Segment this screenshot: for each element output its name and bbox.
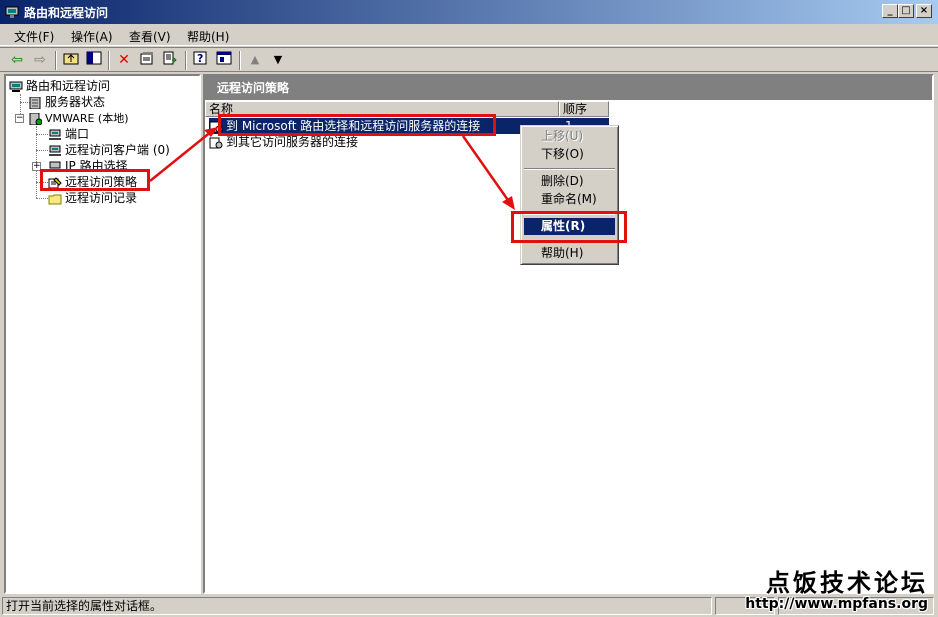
menu-file[interactable]: 文件(F)	[14, 28, 54, 45]
tree-label-ports: 端口	[65, 127, 90, 141]
menu-action[interactable]: 操作(A)	[71, 28, 113, 45]
tree-item-remote-logging[interactable]: 远程访问记录	[48, 190, 137, 206]
policy-item-icon	[209, 137, 223, 149]
help-icon[interactable]: ?	[192, 51, 210, 69]
folder-icon	[48, 193, 62, 205]
toolbar: ⇦ ⇨ ✕ ? ▲ ▼	[0, 47, 938, 72]
tree-item-remote-clients[interactable]: 远程访问客户端 (0)	[48, 142, 170, 158]
collapse-server-expander[interactable]: −	[15, 114, 24, 123]
tree-guide	[36, 198, 48, 199]
status-text: 打开当前选择的属性对话框。	[2, 597, 712, 615]
maximize-button[interactable]: □	[898, 4, 914, 18]
server-icon	[28, 112, 43, 125]
tree-item-server[interactable]: VMWARE (本地)	[28, 110, 129, 126]
menu-item-help[interactable]: 帮助(H)	[524, 245, 615, 262]
tree-item-root[interactable]: 路由和远程访问	[9, 78, 110, 94]
policy-name: 到其它访问服务器的连接	[226, 135, 359, 149]
show-hide-tree-icon[interactable]	[85, 51, 103, 69]
console-tree: 路由和远程访问 服务器状态 − VMWARE (本地) 端口 远程访问客户端 (…	[4, 74, 201, 594]
forward-icon[interactable]: ⇨	[31, 51, 49, 69]
menu-item-move-up[interactable]: 上移(U)	[524, 128, 615, 145]
menu-bar: 文件(F) 操作(A) 查看(V) 帮助(H)	[0, 24, 938, 46]
toolbar-separator	[55, 51, 57, 70]
tree-label-remote-logging: 远程访问记录	[65, 191, 138, 205]
server-status-icon	[28, 96, 42, 109]
tree-guide	[36, 150, 48, 151]
annotation-box-policies	[40, 169, 150, 191]
delete-icon[interactable]: ✕	[115, 51, 133, 69]
window-title: 路由和远程访问	[24, 6, 109, 20]
minimize-button[interactable]: _	[882, 4, 898, 18]
tree-label-remote-clients: 远程访问客户端 (0)	[65, 143, 170, 157]
menu-view[interactable]: 查看(V)	[129, 28, 171, 45]
annotation-box-policy-row	[218, 114, 496, 136]
watermark-url: http://www.mpfans.org	[745, 596, 928, 612]
routing-root-icon	[9, 81, 23, 93]
tree-guide	[36, 134, 48, 135]
watermark: 点饭技术论坛 http://www.mpfans.org	[745, 563, 928, 612]
tree-label-server: VMWARE (本地)	[45, 112, 129, 125]
toolbar-separator	[239, 51, 241, 70]
menu-help[interactable]: 帮助(H)	[187, 28, 229, 45]
context-menu: 上移(U) 下移(O) 删除(D) 重命名(M) 属性(R) 帮助(H)	[520, 125, 619, 265]
console-icon[interactable]	[215, 51, 233, 69]
remote-clients-icon	[48, 145, 62, 157]
watermark-title: 点饭技术论坛	[766, 568, 928, 597]
ports-icon	[48, 129, 62, 141]
back-icon[interactable]: ⇦	[8, 51, 26, 69]
annotation-box-properties	[511, 211, 627, 243]
routing-app-icon	[5, 5, 19, 19]
column-header-order[interactable]: 顺序	[559, 101, 609, 117]
tree-label-root: 路由和远程访问	[26, 79, 111, 93]
properties-icon[interactable]	[138, 51, 156, 69]
title-bar: 路由和远程访问 _ □ ×	[0, 0, 938, 24]
toolbar-separator	[108, 51, 110, 70]
tree-item-ports[interactable]: 端口	[48, 126, 89, 142]
up-folder-icon[interactable]	[62, 51, 80, 69]
tree-item-server-status[interactable]: 服务器状态	[28, 94, 105, 110]
menu-item-move-down[interactable]: 下移(O)	[524, 146, 615, 163]
svg-text:?: ?	[197, 52, 203, 65]
pane-header: 远程访问策略	[205, 76, 932, 100]
move-up-icon[interactable]: ▲	[246, 51, 264, 69]
toolbar-separator	[185, 51, 187, 70]
menu-separator	[524, 168, 615, 170]
tree-label-server-status: 服务器状态	[45, 95, 106, 109]
menu-item-rename[interactable]: 重命名(M)	[524, 191, 615, 208]
close-button[interactable]: ×	[916, 4, 932, 18]
menu-item-delete[interactable]: 删除(D)	[524, 173, 615, 190]
export-icon[interactable]	[161, 51, 179, 69]
move-down-icon[interactable]: ▼	[269, 51, 287, 69]
